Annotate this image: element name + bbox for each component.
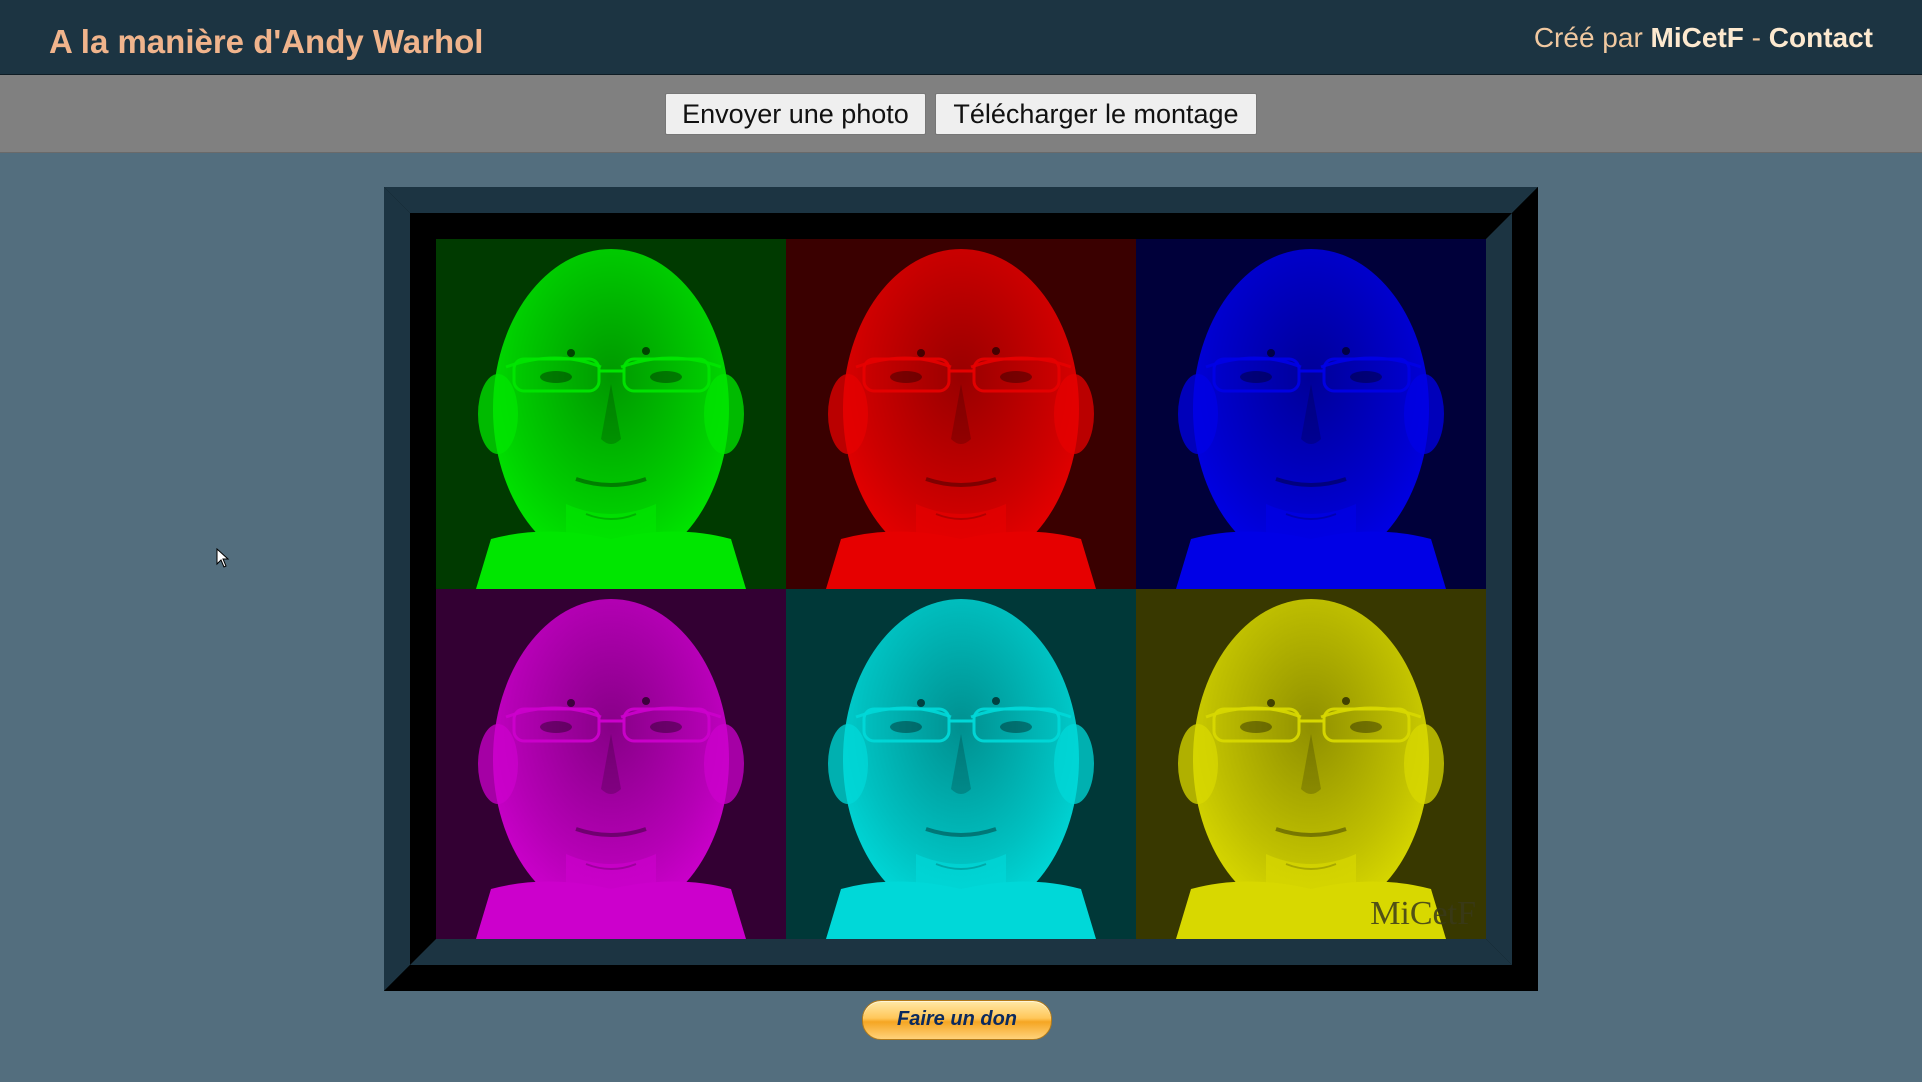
upload-photo-button[interactable]: Envoyer une photo	[665, 93, 926, 135]
panel-blue	[1136, 239, 1486, 589]
watermark: MiCetF	[1370, 895, 1476, 932]
donate-button[interactable]: Faire un don	[862, 1000, 1052, 1040]
contact-link[interactable]: Contact	[1769, 22, 1873, 53]
panel-cyan	[786, 589, 1136, 939]
credit-prefix: Créé par	[1533, 22, 1643, 53]
portrait-blue	[1136, 239, 1486, 589]
panel-red	[786, 239, 1136, 589]
site-header: A la manière d'Andy Warhol Créé par MiCe…	[0, 0, 1922, 75]
portrait-green	[436, 239, 786, 589]
panel-green	[436, 239, 786, 589]
panel-magenta	[436, 589, 786, 939]
warhol-montage: MiCetF	[436, 239, 1486, 939]
portrait-magenta	[436, 589, 786, 939]
portrait-red	[786, 239, 1136, 589]
portrait-yellow	[1136, 589, 1486, 939]
site-title: A la manière d'Andy Warhol	[49, 23, 484, 60]
toolbar: Envoyer une photo Télécharger le montage	[0, 75, 1922, 153]
panel-yellow: MiCetF	[1136, 589, 1486, 939]
credit-line: Créé par MiCetF - Contact	[1534, 20, 1873, 56]
author-link[interactable]: MiCetF	[1651, 22, 1744, 53]
credit-separator: -	[1751, 22, 1761, 53]
download-montage-button[interactable]: Télécharger le montage	[935, 93, 1257, 135]
mouse-cursor-icon	[216, 548, 230, 568]
portrait-cyan	[786, 589, 1136, 939]
picture-frame: MiCetF	[384, 187, 1538, 991]
